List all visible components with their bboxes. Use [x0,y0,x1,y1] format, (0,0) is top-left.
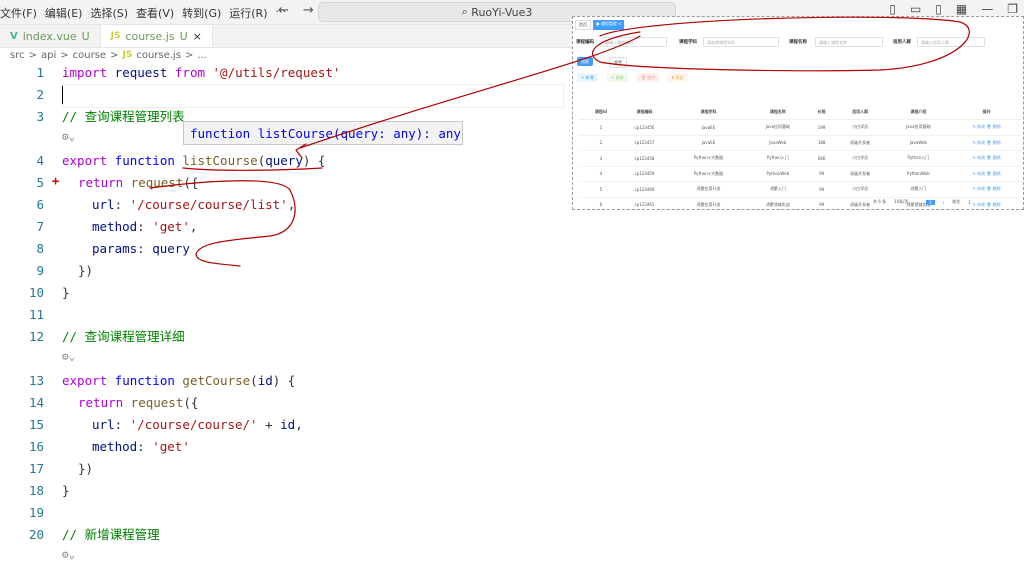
annotation-underline [182,167,323,171]
annotation-bracket [149,180,296,267]
annotation-circle [591,16,970,72]
handwritten-annotations [149,16,970,267]
annotation-arrow-line [299,35,641,149]
